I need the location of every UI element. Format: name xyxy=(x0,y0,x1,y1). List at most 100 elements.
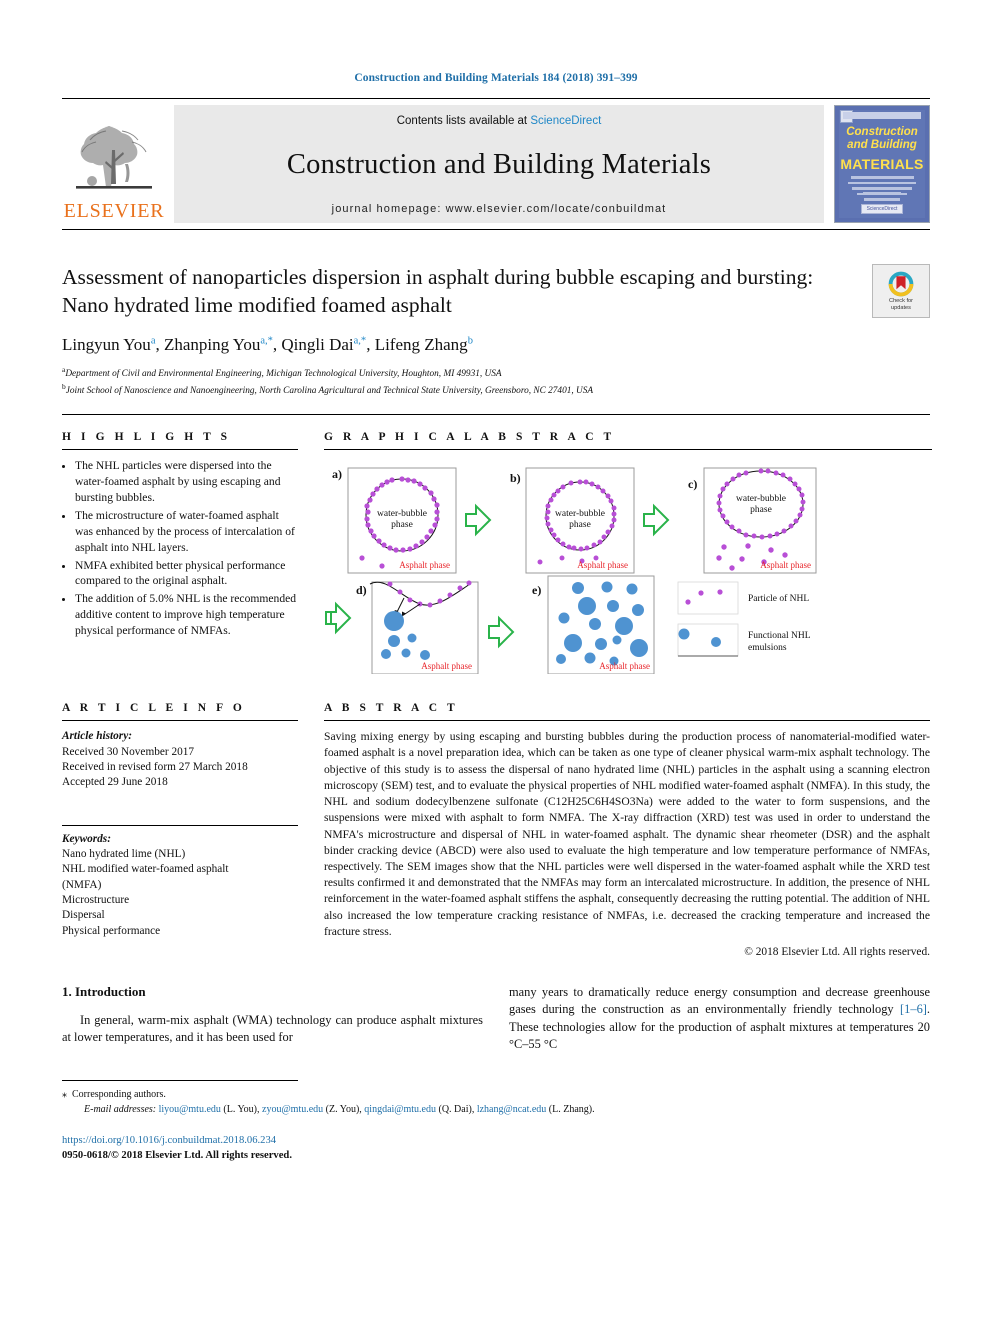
email-label: E-mail addresses: xyxy=(84,1103,157,1115)
highlights-heading: H I G H L I G H T S xyxy=(62,431,231,444)
svg-text:water-bubble: water-bubble xyxy=(377,509,427,519)
contents-available-line: Contents lists available at ScienceDirec… xyxy=(397,115,602,127)
crossmark-icon xyxy=(888,271,914,296)
author-item[interactable]: Zhanping Youa,* xyxy=(164,335,273,354)
abstract-heading: A B S T R A C T xyxy=(324,702,459,715)
cover-badge: ScienceDirect xyxy=(860,204,904,214)
author-marks: a xyxy=(150,335,156,347)
svg-text:phase: phase xyxy=(750,505,772,515)
journal-homepage[interactable]: journal homepage: www.elsevier.com/locat… xyxy=(332,203,667,215)
abstract-rule xyxy=(324,720,930,722)
svg-text:Asphalt phase: Asphalt phase xyxy=(599,661,650,671)
author-name: Lingyun You xyxy=(62,335,151,355)
introduction-left-column: 1. Introduction In general, warm-mix asp… xyxy=(62,984,483,1053)
graphical-abstract-rule xyxy=(324,449,932,451)
svg-text:e): e) xyxy=(532,583,541,597)
svg-text:phase: phase xyxy=(569,520,591,530)
sciencedirect-link[interactable]: ScienceDirect xyxy=(530,115,601,127)
affiliation-text: Joint School of Nanoscience and Nanoengi… xyxy=(65,385,594,396)
svg-text:water-bubble: water-bubble xyxy=(736,494,786,504)
author-item[interactable]: Lifeng Zhangb xyxy=(375,335,473,354)
introduction-paragraph-continued: many years to dramatically reduce energy… xyxy=(509,984,930,1053)
crossmark-line2: updates xyxy=(891,304,911,311)
author-name: Qingli Dai xyxy=(281,335,354,355)
svg-text:Asphalt phase: Asphalt phase xyxy=(421,661,472,671)
highlights-list: The NHL particles were dispersed into th… xyxy=(62,458,298,639)
history-item: Accepted 29 June 2018 xyxy=(62,776,168,789)
svg-text:d): d) xyxy=(356,583,367,597)
article-history: Article history: Received 30 November 20… xyxy=(62,729,298,790)
author-item[interactable]: Qingli Daia,* xyxy=(281,335,366,354)
footnotes: ⁎ Corresponding authors. E-mail addresse… xyxy=(62,1087,930,1117)
page-title: Assessment of nanoparticles dispersion i… xyxy=(62,265,814,317)
svg-text:emulsions: emulsions xyxy=(748,643,787,653)
keywords-rule xyxy=(62,824,298,826)
graphical-abstract-heading: G R A P H I C A L A B S T R A C T xyxy=(324,431,615,444)
article-history-label: Article history: xyxy=(62,730,132,743)
email-link[interactable]: lzhang@ncat.edu xyxy=(477,1104,546,1115)
keyword-item: Nano hydrated lime (NHL) xyxy=(62,848,186,861)
svg-text:Functional NHL: Functional NHL xyxy=(748,631,811,641)
author-list: Lingyun Youa, Zhanping Youa,*, Qingli Da… xyxy=(62,335,473,355)
citation-link[interactable]: [1–6] xyxy=(900,1002,927,1016)
keyword-item: NHL modified water-foamed asphalt xyxy=(62,863,229,876)
keywords-label: Keywords: xyxy=(62,832,111,845)
title-block: Assessment of nanoparticles dispersion i… xyxy=(62,264,930,398)
email-link[interactable]: qingdai@mtu.edu xyxy=(364,1104,436,1115)
email-owner: (L. Zhang) xyxy=(548,1103,593,1115)
article-info-body: Article history: Received 30 November 20… xyxy=(62,729,298,939)
email-owner: (Z. You) xyxy=(325,1103,360,1115)
list-item: The NHL particles were dispersed into th… xyxy=(75,458,298,506)
graphical-abstract-figure: a) water-bubble phase Asphalt phase b) w… xyxy=(324,458,932,680)
affiliation-item: aDepartment of Civil and Environmental E… xyxy=(62,365,930,382)
svg-text:c): c) xyxy=(688,477,697,491)
author-item[interactable]: Lingyun Youa xyxy=(62,335,155,354)
svg-text:a): a) xyxy=(332,467,342,481)
crossmark-badge[interactable]: Check for updates xyxy=(872,264,930,318)
cover-title-line1: Construction and Building xyxy=(835,126,929,152)
article-info-rule xyxy=(62,720,298,722)
cover-top-bar xyxy=(843,112,921,119)
cover-footer: ScienceDirect xyxy=(835,192,929,215)
running-head: Construction and Building Materials 184 … xyxy=(354,72,638,84)
author-name: Zhanping You xyxy=(163,335,261,355)
contents-prefix: Contents lists available at xyxy=(396,115,531,127)
article-info-column: A R T I C L E I N F O Article history: R… xyxy=(62,702,298,958)
email-owner: (Q. Dai) xyxy=(438,1103,472,1115)
intro-text-part1: many years to dramatically reduce energy… xyxy=(509,985,930,1017)
introduction-paragraph: In general, warm-mix asphalt (WMA) techn… xyxy=(62,1013,483,1045)
masthead-bottom-rule xyxy=(62,229,930,230)
svg-text:Asphalt phase: Asphalt phase xyxy=(577,560,628,570)
list-item: The microstructure of water-foamed aspha… xyxy=(75,508,298,556)
keyword-item: Dispersal xyxy=(62,909,105,922)
svg-text:Asphalt phase: Asphalt phase xyxy=(399,560,450,570)
email-note: E-mail addresses: liyou@mtu.edu (L. You)… xyxy=(84,1103,595,1115)
svg-text:Asphalt phase: Asphalt phase xyxy=(760,560,811,570)
article-info-heading: A R T I C L E I N F O xyxy=(62,702,246,715)
journal-title: Construction and Building Materials xyxy=(286,149,712,180)
introduction-heading: 1. Introduction xyxy=(62,984,146,1000)
abstract-text: Saving mixing energy by using escaping a… xyxy=(324,730,930,938)
email-owner: (L. You) xyxy=(223,1103,258,1115)
cover-line2: and Building xyxy=(847,138,917,151)
list-item: NMFA exhibited better physical performan… xyxy=(75,558,298,590)
introduction-section: 1. Introduction In general, warm-mix asp… xyxy=(62,984,930,1053)
elsevier-wordmark: ELSEVIER xyxy=(63,200,165,222)
crossmark-label: Check for updates xyxy=(889,298,913,312)
history-item: Received 30 November 2017 xyxy=(62,745,195,758)
email-link[interactable]: zyou@mtu.edu xyxy=(262,1104,323,1115)
masthead: ELSEVIER Contents lists available at Sci… xyxy=(62,98,930,230)
upper-columns: H I G H L I G H T S The NHL particles we… xyxy=(62,415,932,680)
email-link[interactable]: liyou@mtu.edu xyxy=(159,1104,221,1115)
keyword-item: (NMFA) xyxy=(62,878,102,891)
doi-block: https://doi.org/10.1016/j.conbuildmat.20… xyxy=(62,1133,930,1164)
highlights-rule xyxy=(62,449,298,451)
issn-copyright: 0950-0618/© 2018 Elsevier Ltd. All right… xyxy=(62,1149,292,1161)
masthead-top-rule xyxy=(62,98,930,99)
journal-cover-thumbnail: Construction and Building MATERIALS Scie… xyxy=(834,105,930,223)
highlights-column: H I G H L I G H T S The NHL particles we… xyxy=(62,431,298,680)
svg-text:b): b) xyxy=(510,471,521,485)
keyword-item: Physical performance xyxy=(62,924,161,937)
author-marks: a,* xyxy=(353,335,367,347)
doi-link[interactable]: https://doi.org/10.1016/j.conbuildmat.20… xyxy=(62,1133,930,1148)
